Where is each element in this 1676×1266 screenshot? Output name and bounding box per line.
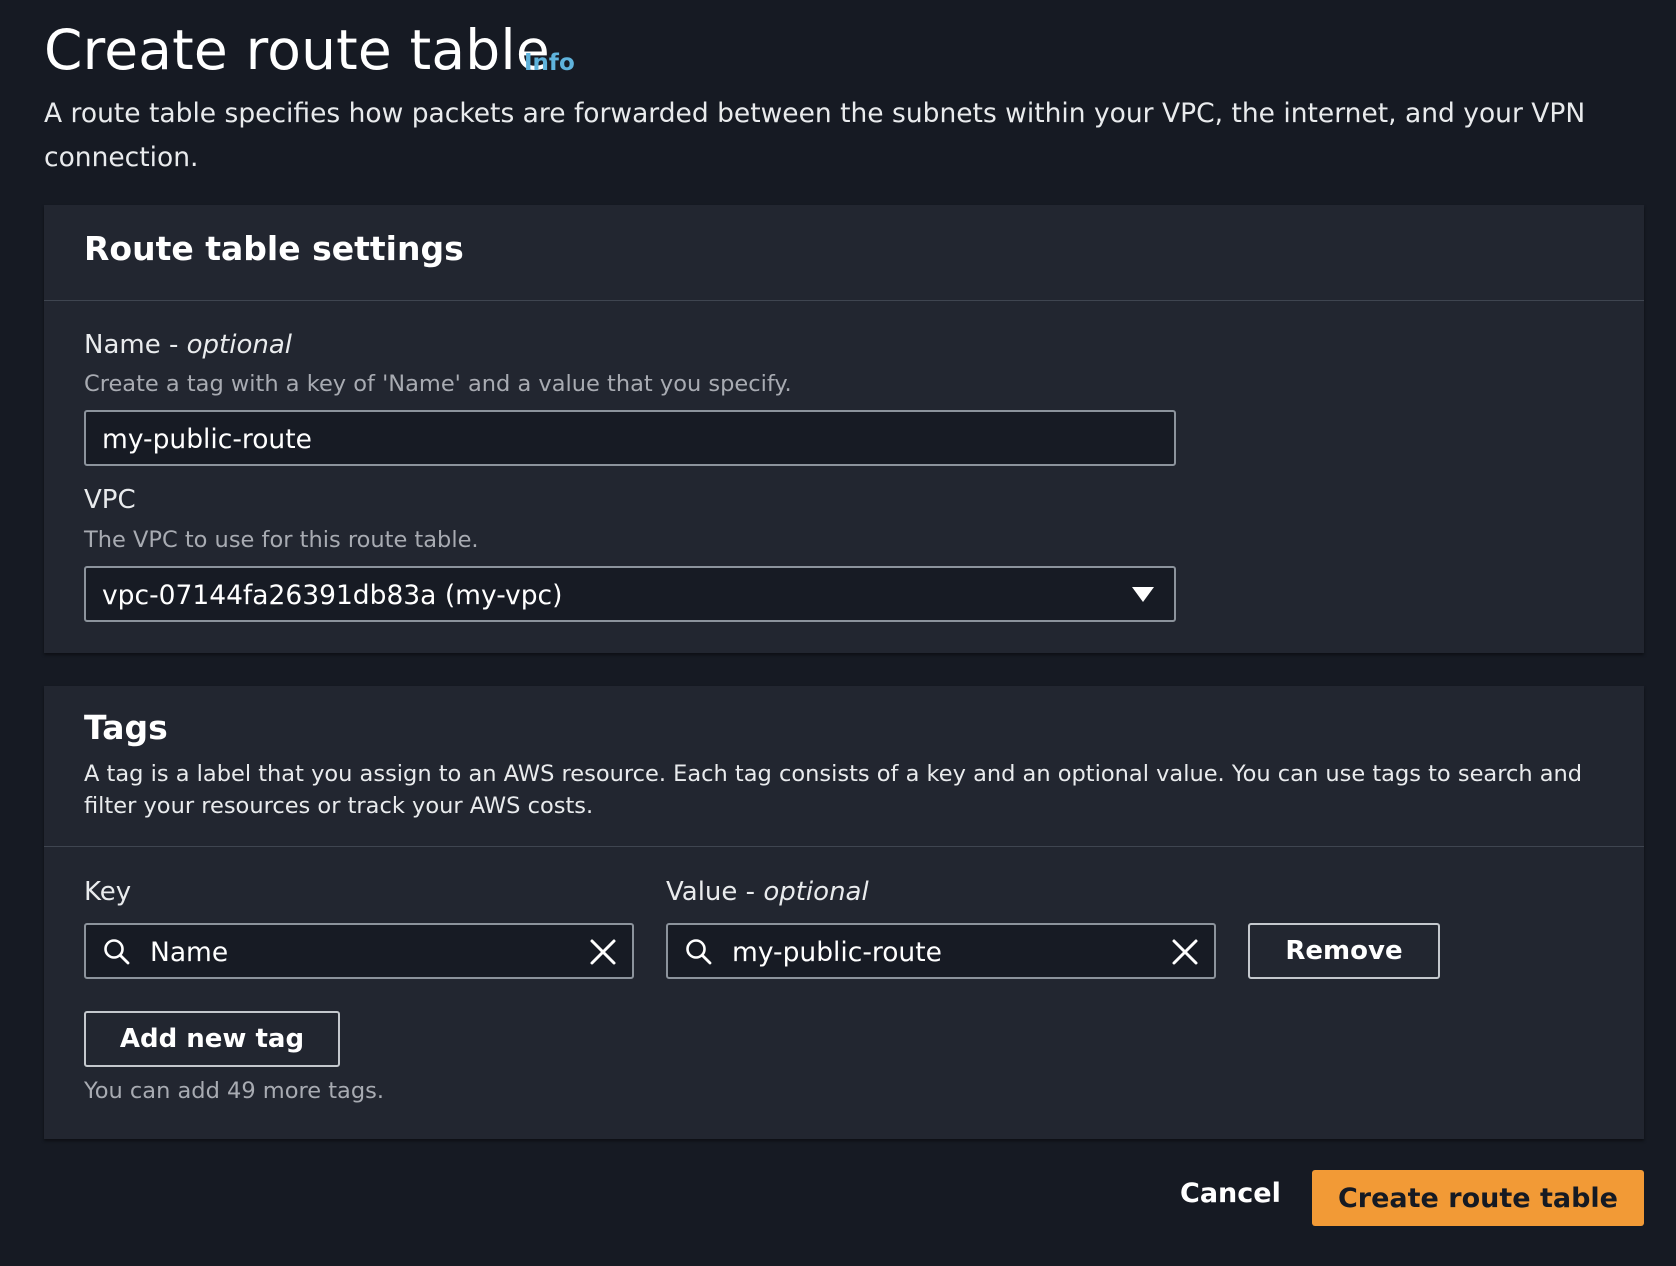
search-icon: [104, 939, 130, 965]
tag-key-value: Name: [150, 937, 229, 968]
tags-panel: Tags A tag is a label that you assign to…: [44, 686, 1644, 1139]
vpc-field-hint: The VPC to use for this route table.: [84, 527, 479, 553]
create-route-table-button[interactable]: Create route table: [1312, 1170, 1644, 1226]
search-icon: [686, 939, 712, 965]
tag-key-label: Key: [84, 877, 132, 907]
tags-panel-header: Tags A tag is a label that you assign to…: [44, 686, 1644, 847]
tags-panel-title: Tags: [84, 708, 168, 747]
close-icon[interactable]: [1170, 937, 1200, 967]
tag-value-label-text: Value: [666, 877, 738, 907]
remove-tag-button[interactable]: Remove: [1248, 923, 1440, 979]
vpc-select-value: vpc-07144fa26391db83a (my-vpc): [102, 580, 563, 611]
tag-value-optional-tag: optional: [763, 877, 869, 907]
info-link[interactable]: Info: [524, 50, 575, 76]
vpc-select[interactable]: vpc-07144fa26391db83a (my-vpc): [84, 566, 1176, 622]
name-label-separator: -: [160, 330, 187, 360]
close-icon[interactable]: [588, 937, 618, 967]
tag-value-label-separator: -: [737, 877, 764, 907]
name-field-label: Name - optional: [84, 330, 292, 360]
tag-key-input[interactable]: Name: [84, 923, 634, 979]
page-description: A route table specifies how packets are …: [44, 98, 1586, 173]
vpc-field-label: VPC: [84, 485, 136, 515]
name-field-hint: Create a tag with a key of 'Name' and a …: [84, 371, 792, 397]
tags-description: A tag is a label that you assign to an A…: [84, 761, 1583, 819]
settings-panel-header: Route table settings: [44, 205, 1644, 301]
tag-value-input[interactable]: my-public-route: [666, 923, 1216, 979]
name-input-value: my-public-route: [102, 424, 312, 455]
tag-value-value: my-public-route: [732, 937, 942, 968]
route-table-settings-panel: Route table settings Name - optional Cre…: [44, 205, 1644, 653]
settings-panel-title: Route table settings: [84, 229, 464, 268]
add-new-tag-button[interactable]: Add new tag: [84, 1011, 340, 1067]
tag-value-label: Value - optional: [666, 877, 869, 907]
page-title: Create route table: [44, 18, 550, 82]
name-optional-tag: optional: [186, 330, 293, 360]
name-label-text: Name: [84, 330, 161, 360]
tags-remaining-hint: You can add 49 more tags.: [84, 1078, 384, 1104]
caret-down-icon: [1132, 587, 1154, 602]
cancel-button[interactable]: Cancel: [1180, 1178, 1281, 1209]
page-header: Create route table Info A route table sp…: [44, 0, 1644, 205]
create-route-table-page: Create route table Info A route table sp…: [44, 0, 1644, 1226]
name-input[interactable]: my-public-route: [84, 410, 1176, 466]
